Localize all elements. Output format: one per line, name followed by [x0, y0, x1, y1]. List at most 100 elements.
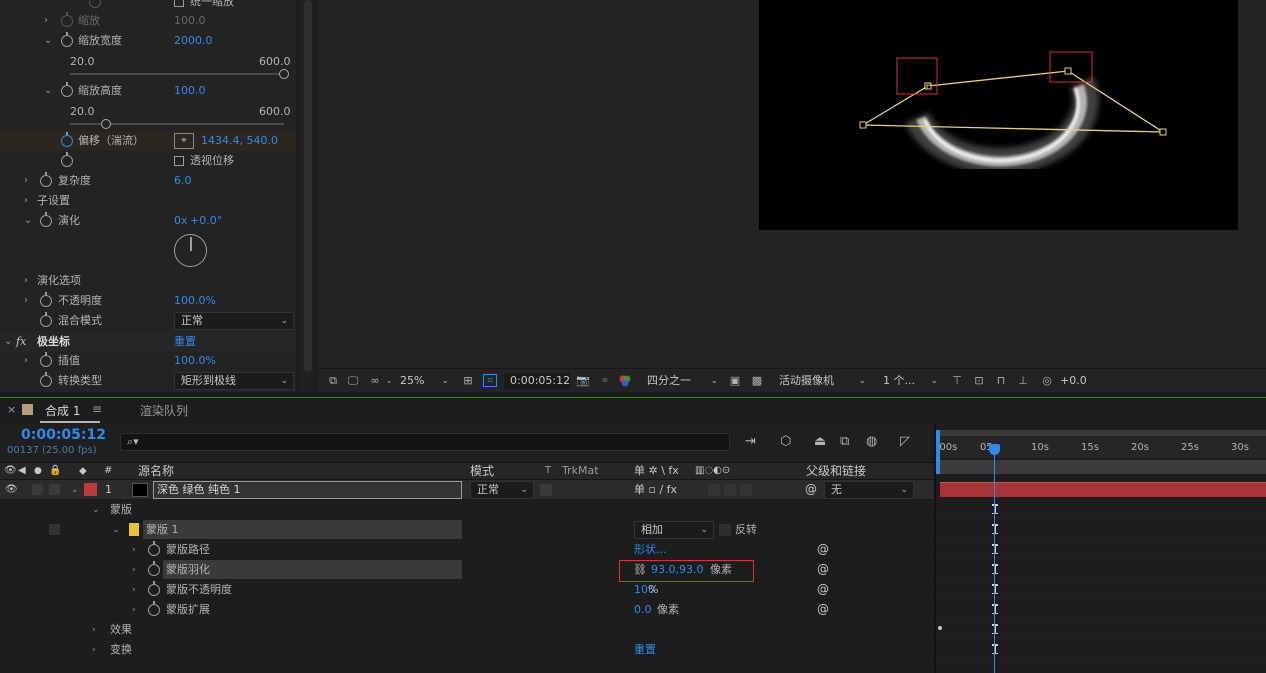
color-channels-icon[interactable]: [618, 374, 632, 387]
tab-render-queue[interactable]: 渲染队列: [140, 402, 188, 419]
layer-mode-dropdown[interactable]: 正常 ⌄: [470, 481, 534, 499]
twirl-down-icon[interactable]: ⌄: [4, 332, 12, 352]
interpolation-value[interactable]: 100.0%: [174, 351, 216, 371]
tab-comp-1[interactable]: 合成 1: [45, 402, 80, 419]
mask-name[interactable]: 蒙版 1: [143, 520, 462, 539]
region-of-interest-icon[interactable]: ▣: [728, 374, 742, 387]
layer-duration-bar[interactable]: [940, 482, 1266, 497]
pick-whip-icon[interactable]: @: [817, 563, 829, 575]
composition-canvas[interactable]: [759, 0, 1238, 230]
timeline-search-input[interactable]: ⌕▾: [120, 433, 730, 451]
views-dropdown[interactable]: 1 个... ⌄: [876, 372, 944, 390]
mask-feather-value[interactable]: 93.0,93.0: [651, 560, 703, 580]
eye-icon[interactable]: 👁: [5, 480, 18, 500]
mask-color-swatch[interactable]: [129, 523, 139, 536]
stopwatch-icon[interactable]: [61, 32, 73, 47]
twirl-down-icon[interactable]: ⌄: [71, 480, 79, 500]
transform-group-row[interactable]: › 变换 重置: [0, 640, 934, 660]
graph-editor-icon[interactable]: ◸: [900, 434, 910, 449]
work-area-start-handle[interactable]: [936, 430, 940, 474]
twirl-right-icon[interactable]: ›: [24, 191, 28, 211]
flowchart-icon[interactable]: ⊥: [1016, 374, 1030, 387]
resolution-dropdown[interactable]: 四分之一 ⌄: [640, 372, 724, 390]
transparency-grid-icon[interactable]: ▩: [750, 374, 764, 387]
lock-icon[interactable]: 🔒: [49, 463, 61, 479]
scale-width-slider-knob[interactable]: [279, 69, 289, 79]
comp-mini-flowchart-icon[interactable]: ⇥: [745, 434, 756, 449]
twirl-right-icon[interactable]: ›: [92, 640, 96, 660]
crosshair-icon[interactable]: ⌖: [174, 133, 194, 149]
scale-height-slider-knob[interactable]: [101, 119, 111, 129]
mask-feather-row[interactable]: › 蒙版羽化 ⛓ 93.0,93.0 像素 @: [0, 560, 934, 582]
stopwatch-icon[interactable]: [148, 601, 160, 616]
mask-path-toggle-icon[interactable]: ⌗: [483, 374, 497, 387]
stopwatch-icon[interactable]: [61, 132, 73, 147]
stopwatch-icon[interactable]: [40, 212, 52, 227]
transform-reset-link[interactable]: 重置: [634, 640, 656, 660]
constrain-proportions-icon[interactable]: ⛓: [633, 560, 647, 580]
toggle-pixel-aspect-icon[interactable]: ⊤: [950, 374, 964, 387]
mask-opacity-row[interactable]: › 蒙版不透明度 100 % @: [0, 580, 934, 600]
solo-toggle[interactable]: [32, 484, 43, 495]
motion-blur-icon[interactable]: ◍: [866, 434, 877, 449]
eye-icon[interactable]: 👁: [4, 463, 17, 479]
offset-value[interactable]: 1434.4, 540.0: [201, 131, 278, 151]
pick-whip-icon[interactable]: @: [817, 583, 829, 595]
draft-3d-icon[interactable]: ⬡: [780, 434, 791, 449]
twirl-down-icon[interactable]: ⌄: [44, 81, 52, 101]
twirl-down-icon[interactable]: ⌄: [24, 211, 32, 231]
stopwatch-icon[interactable]: [148, 561, 160, 576]
fx-badge-icon[interactable]: fx: [16, 332, 26, 352]
masks-group-row[interactable]: ⌄ 蒙版: [0, 500, 934, 520]
twirl-right-icon[interactable]: ›: [24, 271, 28, 291]
shy-layers-icon[interactable]: ⏏: [814, 434, 826, 449]
scale-height-value[interactable]: 100.0: [174, 81, 206, 101]
stopwatch-icon[interactable]: [40, 312, 52, 327]
close-icon[interactable]: ×: [7, 403, 16, 416]
tab-menu-icon[interactable]: ≡: [92, 402, 102, 416]
stopwatch-icon[interactable]: [40, 292, 52, 307]
mask-invert-checkbox[interactable]: [719, 524, 731, 536]
twirl-right-icon[interactable]: ›: [92, 620, 96, 640]
exposure-reset-icon[interactable]: ◎: [1040, 374, 1054, 387]
audio-icon[interactable]: ◀: [18, 463, 26, 479]
layer-row[interactable]: 👁 ⌄ 1 深色 绿色 纯色 1 正常 ⌄ 单 ▫ ∕ fx @ 无 ⌄: [0, 480, 934, 500]
stopwatch-icon[interactable]: [40, 372, 52, 387]
layer-label-color[interactable]: [84, 483, 97, 496]
mask-path-row[interactable]: › 蒙版路径 形状... @: [0, 540, 934, 560]
stopwatch-icon[interactable]: [89, 0, 101, 8]
camera-snapshot-icon[interactable]: 📷: [576, 374, 590, 387]
evolution-dial[interactable]: [174, 234, 207, 267]
perspective-checkbox[interactable]: [174, 156, 184, 166]
twirl-down-icon[interactable]: ⌄: [44, 31, 52, 51]
twirl-right-icon[interactable]: ›: [24, 171, 28, 191]
always-preview-icon[interactable]: ⧉: [326, 374, 340, 387]
mask-expansion-value[interactable]: 0.0: [634, 600, 652, 620]
scale-width-value[interactable]: 2000.0: [174, 31, 213, 51]
evolution-degrees[interactable]: +0.0°: [190, 211, 222, 231]
layer-name[interactable]: 深色 绿色 纯色 1: [153, 481, 462, 499]
stopwatch-icon[interactable]: [40, 172, 52, 187]
mask-vertex[interactable]: [859, 121, 867, 129]
mask-mode-dropdown[interactable]: 相加 ⌄: [634, 521, 714, 539]
playhead-line[interactable]: [994, 445, 995, 673]
scale-value[interactable]: 100.0: [174, 11, 206, 31]
scale-width-slider-track[interactable]: [70, 73, 284, 75]
lock-toggle[interactable]: [49, 484, 60, 495]
adjustment-toggle[interactable]: [724, 484, 736, 496]
fast-previews-icon[interactable]: ⊡: [972, 374, 986, 387]
3d-layer-toggle[interactable]: [740, 484, 752, 496]
preserve-transparency-toggle[interactable]: [540, 484, 552, 496]
effects-group-row[interactable]: › 效果: [0, 620, 934, 640]
twirl-down-icon[interactable]: ⌄: [112, 520, 120, 540]
stopwatch-icon[interactable]: [61, 82, 73, 97]
timeline-timecode[interactable]: 0:00:05:12: [21, 427, 106, 443]
twirl-right-icon[interactable]: ›: [44, 11, 48, 31]
polar-reset-link[interactable]: 重置: [174, 332, 196, 352]
mask-vertex[interactable]: [924, 82, 932, 90]
stopwatch-icon[interactable]: [40, 352, 52, 367]
mask-row[interactable]: ⌄ 蒙版 1 相加 ⌄ 反转: [0, 520, 934, 540]
opacity-value[interactable]: 100.0%: [174, 291, 216, 311]
display-icon[interactable]: 🖵: [346, 374, 360, 387]
scrollbar-thumb[interactable]: [304, 0, 312, 372]
